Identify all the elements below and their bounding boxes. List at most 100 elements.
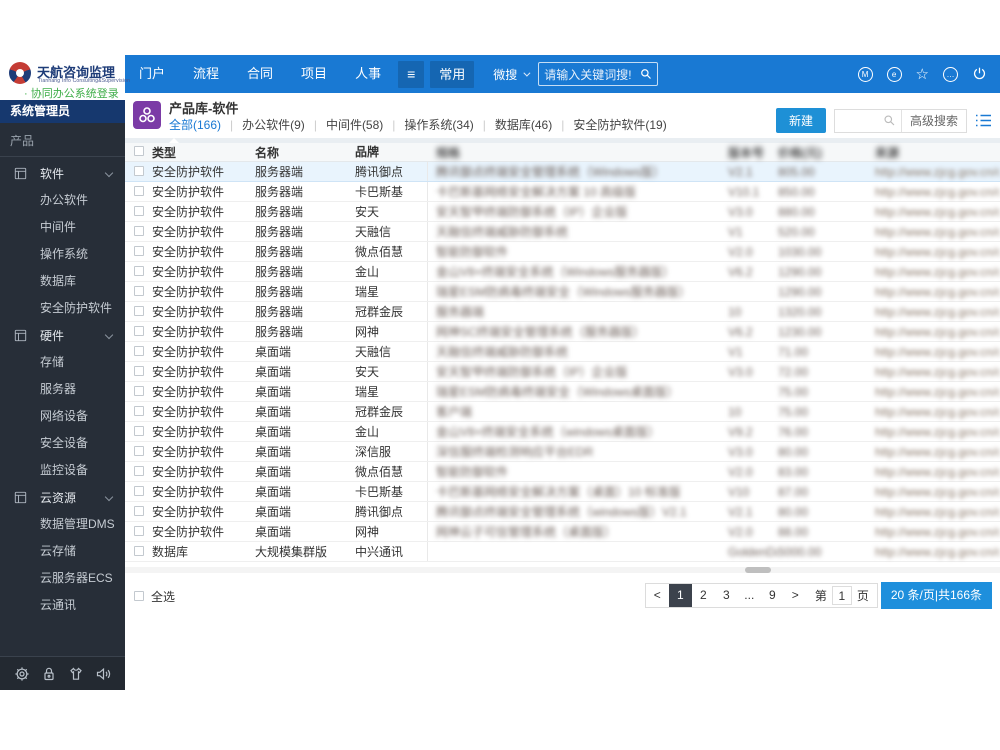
portal-login-link[interactable]: · 协同办公系统登录 (24, 85, 119, 101)
sidebar-item-3-3[interactable]: 云服务器ECS (0, 565, 125, 592)
column-header-1[interactable]: 类型 (152, 144, 255, 161)
pagination-page-2[interactable]: 2 (692, 584, 715, 607)
row-checkbox[interactable] (134, 205, 144, 216)
table-row[interactable]: 安全防护软件 桌面端 天融信 天融信终端威胁防御系统 V1 71.00 http://www… (125, 342, 1000, 362)
sidebar-item-3-1[interactable]: 数据管理DMS (0, 511, 125, 538)
row-checkbox[interactable] (134, 445, 144, 456)
table-row[interactable]: 安全防护软件 服务器端 瑞星 瑞星ESM防病毒终端安全（Windows服务器版） 129… (125, 282, 1000, 302)
tab-6[interactable]: 安全防护软件(19) (573, 116, 666, 133)
row-checkbox[interactable] (134, 305, 144, 316)
page-size-summary[interactable]: 20 条/页|共166条 (880, 582, 992, 609)
column-header-7[interactable]: 来源 (875, 144, 1000, 161)
nav-item-favorites[interactable]: 常用 (430, 60, 475, 88)
table-row[interactable]: 安全防护软件 桌面端 微点佰慧 智能防御软件 V2.0 83.00 http://www.z… (125, 462, 1000, 482)
sidebar-item-1-4[interactable]: 数据库 (0, 268, 125, 295)
scrollbar-thumb[interactable] (745, 567, 771, 573)
advanced-search-button[interactable]: 高级搜索 (900, 109, 966, 132)
table-row[interactable]: 安全防护软件 桌面端 深信服 深信服终端检测响应平台EDR V3.0 80.00 http:… (125, 442, 1000, 462)
sidebar-item-2-2[interactable]: 服务器 (0, 376, 125, 403)
sidebar-item-2-4[interactable]: 安全设备 (0, 430, 125, 457)
table-row[interactable]: 安全防护软件 服务器端 安天 安天智甲终端防御系统（IP）企业版 V3.0 880.00 h… (125, 202, 1000, 222)
favorites-icon[interactable]: ☆ (916, 67, 929, 82)
sidebar-item-2-1[interactable]: 存储 (0, 349, 125, 376)
nav-item-1[interactable]: 门户 (125, 55, 179, 93)
quick-search-input[interactable] (835, 110, 883, 132)
row-checkbox[interactable] (134, 385, 144, 396)
row-checkbox[interactable] (134, 225, 144, 236)
table-row[interactable]: 安全防护软件 服务器端 金山 金山V8+终端安全系统（Windows服务器版） V6.2… (125, 262, 1000, 282)
table-row[interactable]: 安全防护软件 服务器端 腾讯御点 腾讯御点终端安全管理系统（Windows版） V2.1… (125, 162, 1000, 182)
row-checkbox[interactable] (134, 405, 144, 416)
row-checkbox[interactable] (134, 325, 144, 336)
table-row[interactable]: 安全防护软件 桌面端 网神 网神云子可信管理系统（桌面版） V2.0 88.00 http:… (125, 522, 1000, 542)
tab-3[interactable]: 中间件(58) (326, 116, 383, 133)
column-header-3[interactable]: 品牌 (355, 143, 428, 161)
pagination-page-3[interactable]: 3 (715, 584, 738, 607)
select-all-header-checkbox[interactable] (134, 146, 144, 156)
table-row[interactable]: 安全防护软件 桌面端 卡巴斯基 卡巴斯基网络安全解决方案（桌面）10 标准版 V10 87… (125, 482, 1000, 502)
sidebar-group-1[interactable]: 软件 (0, 160, 125, 187)
sidebar-item-1-5[interactable]: 安全防护软件 (0, 295, 125, 322)
select-all-checkbox[interactable] (134, 591, 144, 601)
list-view-icon[interactable] (975, 113, 992, 128)
help-icon[interactable]: e (886, 66, 902, 82)
tab-5[interactable]: 数据库(46) (495, 116, 552, 133)
jump-page-input[interactable]: 1 (831, 586, 852, 605)
pagination-ellipsis[interactable]: ... (738, 584, 761, 607)
sidebar-item-1-1[interactable]: 办公软件 (0, 187, 125, 214)
more-icon[interactable]: … (943, 66, 958, 82)
new-button[interactable]: 新建 (775, 108, 826, 133)
tab-1[interactable]: 全部(166) (169, 116, 221, 133)
sidebar-group-2[interactable]: 硬件 (0, 322, 125, 349)
table-row[interactable]: 安全防护软件 桌面端 腾讯御点 腾讯御点终端安全管理系统（windows版）V2.1 V… (125, 502, 1000, 522)
nav-item-3[interactable]: 合同 (233, 55, 287, 93)
table-row[interactable]: 安全防护软件 服务器端 冠群金辰 服务器端 10 1320.00 http://www.zj… (125, 302, 1000, 322)
column-header-4[interactable]: 规格 (428, 144, 728, 161)
row-checkbox[interactable] (134, 425, 144, 436)
table-row[interactable]: 安全防护软件 服务器端 天融信 天融信终端威胁防御系统 V1 520.00 http://w… (125, 222, 1000, 242)
pagination-page-1[interactable]: 1 (668, 584, 692, 607)
table-row[interactable]: 安全防护软件 桌面端 金山 金山V8+终端安全系统（windows桌面版） V9.2 76… (125, 422, 1000, 442)
horizontal-scrollbar[interactable] (125, 567, 1000, 573)
column-header-2[interactable]: 名称 (255, 144, 355, 161)
pagination-page-9[interactable]: 9 (761, 584, 784, 607)
nav-menu-button[interactable]: ≡ (398, 60, 425, 88)
nav-item-5[interactable]: 人事 (341, 55, 395, 93)
row-checkbox[interactable] (134, 505, 144, 516)
column-header-5[interactable]: 版本号 (728, 144, 778, 161)
row-checkbox[interactable] (134, 465, 144, 476)
pagination-prev-button[interactable]: < (646, 584, 669, 607)
row-checkbox[interactable] (134, 265, 144, 276)
table-row[interactable]: 安全防护软件 服务器端 卡巴斯基 卡巴斯基网络安全解决方案 10 高级版 V10.1 85… (125, 182, 1000, 202)
power-icon[interactable] (972, 66, 988, 82)
table-row[interactable]: 安全防护软件 服务器端 网神 网神SC终端安全管理系统（服务器版） V6.2 1230.0… (125, 322, 1000, 342)
pagination-next-button[interactable]: > (784, 584, 807, 607)
search-scope-dropdown[interactable]: 微搜 (493, 66, 531, 83)
table-row[interactable]: 安全防护软件 桌面端 冠群金辰 客户端 10 75.00 http://www.zjcg.g… (125, 402, 1000, 422)
lock-icon[interactable] (41, 666, 57, 682)
global-search-input[interactable]: 请输入关键词搜! (538, 62, 659, 86)
message-icon[interactable]: M (857, 66, 873, 82)
select-all-control[interactable]: 全选 (134, 588, 175, 605)
tab-4[interactable]: 操作系统(34) (404, 116, 473, 133)
nav-item-2[interactable]: 流程 (179, 55, 233, 93)
sidebar-item-3-2[interactable]: 云存储 (0, 538, 125, 565)
row-checkbox[interactable] (134, 165, 144, 176)
table-row[interactable]: 安全防护软件 桌面端 瑞星 瑞星ESM防病毒终端安全（Windows桌面版） 75.00… (125, 382, 1000, 402)
table-row[interactable]: 安全防护软件 服务器端 微点佰慧 智能防御软件 V2.0 1030.00 http://ww… (125, 242, 1000, 262)
sidebar-group-3[interactable]: 云资源 (0, 484, 125, 511)
row-checkbox[interactable] (134, 545, 144, 556)
nav-item-4[interactable]: 项目 (287, 55, 341, 93)
theme-icon[interactable] (68, 666, 84, 682)
settings-icon[interactable] (14, 666, 30, 682)
tab-2[interactable]: 办公软件(9) (242, 116, 305, 133)
row-checkbox[interactable] (134, 525, 144, 536)
table-row[interactable]: 数据库 大规模集群版 中兴通讯 GoldenData s...5000.00 http:… (125, 542, 1000, 562)
sidebar-item-2-3[interactable]: 网络设备 (0, 403, 125, 430)
sidebar-item-1-2[interactable]: 中间件 (0, 214, 125, 241)
volume-icon[interactable] (95, 666, 111, 682)
row-checkbox[interactable] (134, 245, 144, 256)
table-row[interactable]: 安全防护软件 桌面端 安天 安天智甲终端防御系统（IP）企业版 V3.0 72.00 htt… (125, 362, 1000, 382)
row-checkbox[interactable] (134, 485, 144, 496)
row-checkbox[interactable] (134, 345, 144, 356)
